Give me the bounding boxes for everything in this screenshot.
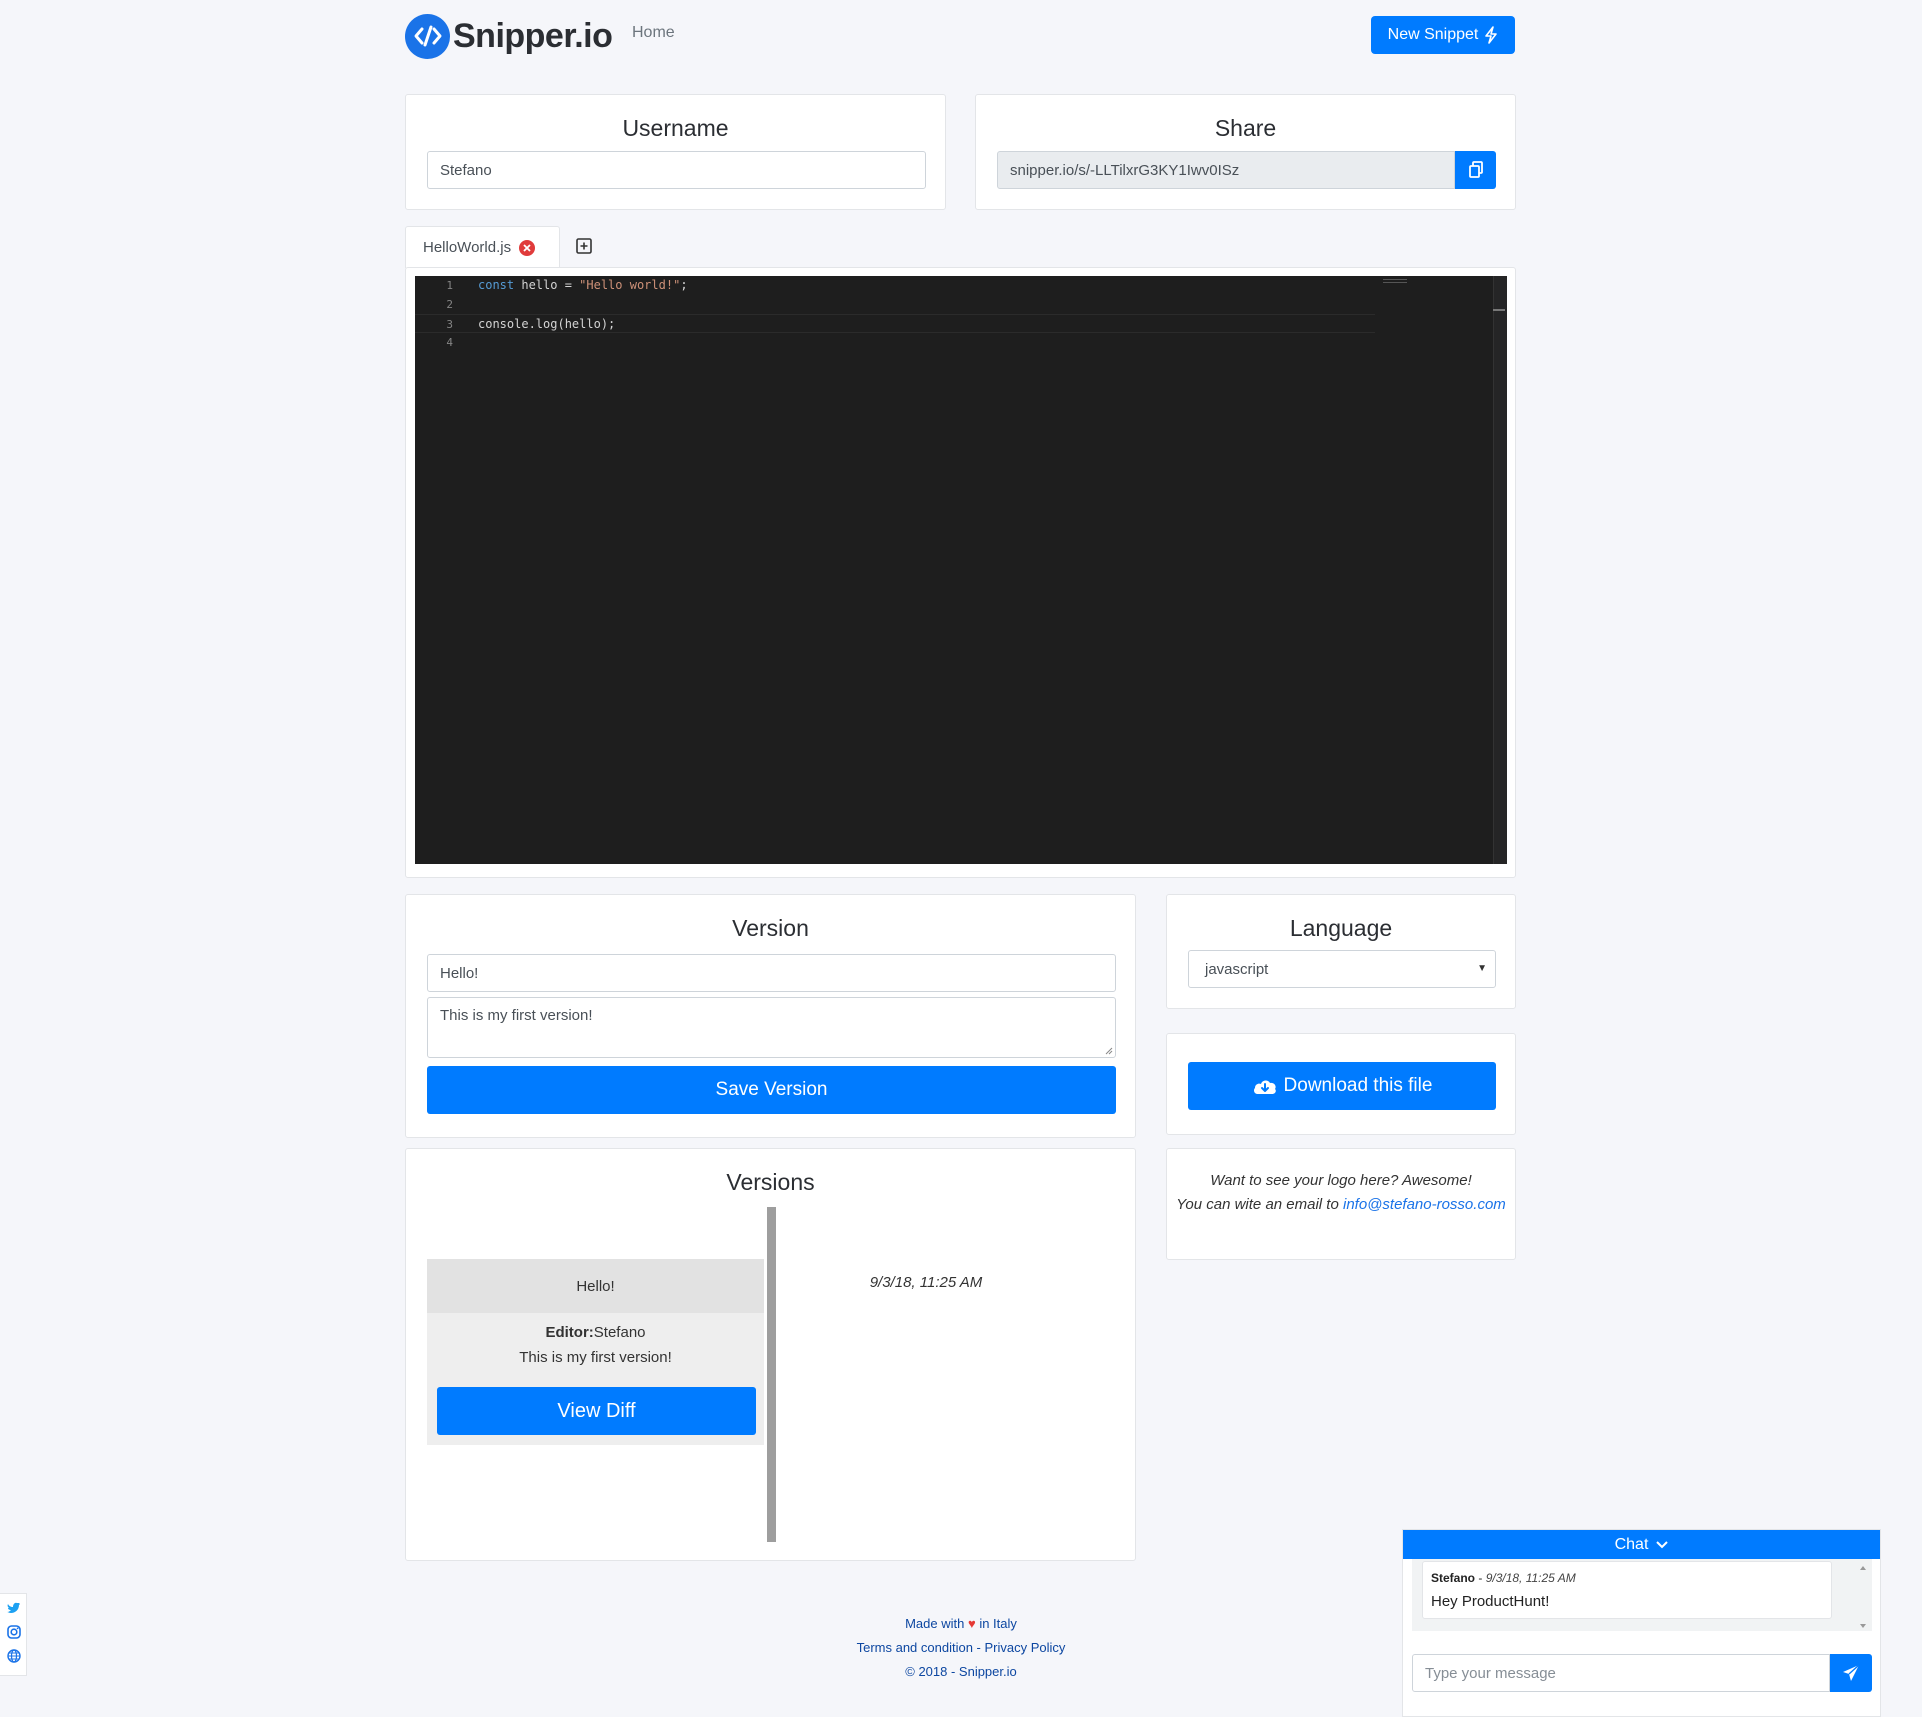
chat-header[interactable]: Chat [1403, 1530, 1880, 1559]
view-diff-button[interactable]: View Diff [437, 1387, 756, 1435]
chevron-down-icon [1656, 1540, 1669, 1548]
language-title: Language [1289, 915, 1393, 941]
share-card: Share snipper.io/s/-LLTilxrG3KY1Iwv0ISz [975, 94, 1516, 210]
version-description-value: This is my first version! [440, 1007, 593, 1024]
version-entry-date: 9/3/18, 11:25 AM [869, 1274, 983, 1291]
promo-text: Want to see your logo here? Awesome! You… [1167, 1169, 1515, 1217]
minimap[interactable] [1383, 279, 1407, 285]
code-line-1: 1 const hello = "Hello world!"; [415, 276, 1375, 295]
chat-message-input[interactable]: Type your message [1412, 1654, 1830, 1692]
chat-message: Stefano - 9/3/18, 11:25 AM Hey ProductHu… [1422, 1561, 1832, 1619]
heart-icon: ♥ [967, 1616, 976, 1631]
lightning-icon [1485, 26, 1498, 44]
share-title: Share [1214, 115, 1277, 141]
code-logo-icon [405, 13, 450, 59]
chat-scrollbar[interactable] [1856, 1563, 1870, 1631]
navbar: Snipper.io Home New Snippet [405, 10, 1515, 60]
download-file-label: Download this file [1283, 1075, 1433, 1096]
line-number: 3 [446, 318, 453, 331]
new-snippet-button[interactable]: New Snippet [1371, 16, 1515, 54]
version-title: Version [732, 915, 809, 941]
line-number: 4 [446, 336, 453, 349]
download-file-button[interactable]: Download this file [1188, 1062, 1496, 1110]
version-entry: Hello! Editor:Stefano This is my first v… [427, 1259, 764, 1445]
language-card: Language javascript ▼ [1166, 894, 1516, 1009]
username-title: Username [622, 115, 729, 141]
username-value: Stefano [440, 161, 492, 179]
save-version-label: Save Version [715, 1079, 828, 1100]
chat-input-placeholder: Type your message [1425, 1664, 1556, 1682]
code-editor[interactable]: 1 const hello = "Hello world!"; 2 3 cons… [415, 276, 1507, 864]
username-input[interactable]: Stefano [427, 151, 926, 189]
promo-line-2: You can wite an email to [1176, 1196, 1343, 1213]
download-card: Download this file [1166, 1033, 1516, 1135]
promo-line-1: Want to see your logo here? Awesome! [1210, 1172, 1472, 1189]
share-url-input[interactable]: snipper.io/s/-LLTilxrG3KY1Iwv0ISz [997, 151, 1455, 189]
copy-link-button[interactable] [1455, 151, 1496, 189]
share-url-value: snipper.io/s/-LLTilxrG3KY1Iwv0ISz [1010, 161, 1240, 179]
brand[interactable]: Snipper.io [405, 13, 613, 59]
editor-scroll-thumb[interactable] [1493, 309, 1505, 311]
tab-label: HelloWorld.js [423, 239, 512, 256]
nav-home-link[interactable]: Home [632, 24, 675, 42]
version-name-input[interactable]: Hello! [427, 954, 1116, 992]
versions-title: Versions [726, 1169, 815, 1195]
globe-icon[interactable] [6, 1648, 22, 1664]
brand-name: Snipper.io [453, 16, 613, 55]
language-select[interactable]: javascript ▼ [1188, 950, 1496, 988]
social-sidebar [0, 1593, 27, 1676]
tab-helloworld-js[interactable]: HelloWorld.js [405, 226, 560, 268]
code-line-2: 2 [415, 295, 1375, 314]
version-description-textarea[interactable]: This is my first version! [427, 997, 1116, 1058]
version-entry-name: Hello! [427, 1259, 764, 1313]
promo-email-link[interactable]: info@stefano-rosso.com [1343, 1196, 1506, 1213]
resize-handle-icon[interactable] [1105, 1047, 1113, 1055]
code-text: const hello = "Hello world!"; [478, 278, 688, 292]
code-line-4: 4 [415, 333, 1375, 352]
username-card: Username Stefano [405, 94, 946, 210]
send-icon [1843, 1664, 1860, 1681]
timeline-bar [767, 1207, 776, 1542]
view-diff-label: View Diff [557, 1399, 636, 1422]
new-snippet-label: New Snippet [1387, 26, 1479, 43]
line-number: 1 [446, 279, 453, 292]
twitter-icon[interactable] [6, 1600, 22, 1616]
save-version-button[interactable]: Save Version [427, 1066, 1116, 1114]
versions-card: Versions Hello! Editor:Stefano This is m… [405, 1148, 1136, 1561]
editor-card: 1 const hello = "Hello world!"; 2 3 cons… [405, 267, 1516, 878]
line-number: 2 [446, 298, 453, 311]
version-name-value: Hello! [440, 964, 479, 982]
version-entry-editor: Editor:Stefano [545, 1324, 646, 1341]
version-entry-description: This is my first version! [519, 1349, 672, 1366]
chat-widget: Chat Stefano - 9/3/18, 11:25 AM Hey Prod… [1402, 1529, 1881, 1717]
dropdown-caret-icon: ▼ [1477, 963, 1487, 974]
add-tab-icon[interactable] [574, 236, 594, 256]
send-message-button[interactable] [1830, 1654, 1872, 1692]
chat-message-text: Hey ProductHunt! [1431, 1593, 1550, 1610]
promo-card: Want to see your logo here? Awesome! You… [1166, 1148, 1516, 1260]
instagram-icon[interactable] [6, 1624, 22, 1640]
chat-message-meta: Stefano - 9/3/18, 11:25 AM [1431, 1571, 1576, 1585]
cloud-download-icon [1253, 1080, 1276, 1094]
app-root: Snipper.io Home New Snippet Username Ste… [0, 0, 1922, 1717]
version-card: Version Hello! This is my first version!… [405, 894, 1136, 1138]
language-selected-value: javascript [1205, 960, 1269, 978]
chat-title: Chat [1614, 1535, 1649, 1553]
copy-icon [1468, 161, 1483, 178]
editor-scrollbar[interactable] [1493, 276, 1507, 864]
close-tab-icon[interactable] [519, 239, 536, 256]
code-line-3: 3 console.log(hello); [415, 314, 1375, 333]
code-text: console.log(hello); [478, 317, 616, 331]
